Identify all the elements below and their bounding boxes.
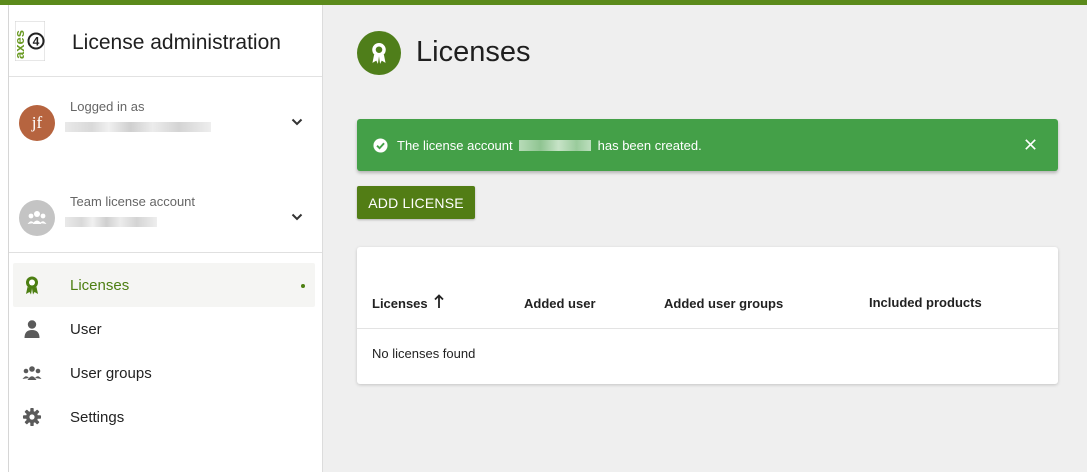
redacted-team-name — [65, 217, 157, 227]
gear-icon — [23, 408, 41, 426]
column-header-added-user-groups[interactable]: Added user groups — [664, 296, 783, 311]
sidebar-item-user-groups[interactable]: User groups — [13, 351, 315, 395]
success-alert: The license account has been created. — [357, 119, 1058, 171]
table-header: Licenses Added user Added user groups In… — [357, 247, 1058, 329]
team-account-switcher[interactable]: Team license account — [9, 180, 322, 270]
alert-message-prefix: The license account — [397, 138, 513, 153]
column-header-added-user[interactable]: Added user — [524, 296, 596, 311]
add-license-button[interactable]: ADD LICENSE — [357, 186, 475, 219]
sidebar-item-label: User — [70, 320, 102, 338]
sort-ascending-icon[interactable] — [433, 294, 445, 309]
app-title: License administration — [72, 31, 281, 54]
team-account-label: Team license account — [70, 194, 196, 209]
team-avatar — [19, 200, 55, 236]
sidebar-item-label: User groups — [70, 364, 152, 382]
active-indicator — [301, 284, 305, 288]
sidebar-item-settings[interactable]: Settings — [13, 395, 315, 439]
user-groups-icon — [27, 211, 47, 224]
user-account-switcher[interactable]: jf Logged in as — [9, 85, 322, 175]
app-frame: axes 4 License administration jf Logged … — [8, 5, 1087, 472]
check-circle-icon — [373, 138, 388, 153]
sidebar-item-label: Settings — [70, 408, 125, 426]
empty-table-message: No licenses found — [372, 346, 476, 361]
column-header-licenses[interactable]: Licenses — [372, 296, 428, 311]
logo-digit: 4 — [33, 35, 40, 49]
logged-in-label: Logged in as — [70, 99, 145, 114]
user-groups-icon — [22, 366, 42, 380]
sidebar: axes 4 License administration jf Logged … — [9, 5, 323, 472]
axes4-logo: axes 4 — [15, 21, 45, 61]
sidebar-item-user[interactable]: User — [13, 307, 315, 351]
user-avatar: jf — [19, 105, 55, 141]
licenses-table: Licenses Added user Added user groups In… — [357, 247, 1058, 384]
page-title: Licenses — [416, 36, 531, 68]
page-icon — [357, 31, 401, 75]
sidebar-item-licenses[interactable]: Licenses — [13, 263, 315, 307]
alert-message: The license account has been created. — [397, 138, 702, 153]
column-header-included-products[interactable]: Included products — [869, 295, 982, 310]
award-icon — [26, 276, 38, 295]
logo-text: axes — [15, 30, 27, 59]
alert-message-suffix: has been created. — [597, 138, 702, 153]
award-icon — [372, 42, 386, 64]
chevron-down-icon[interactable] — [290, 210, 304, 224]
sidebar-nav: Licenses User User groups Settings — [9, 263, 322, 439]
close-icon[interactable] — [1023, 137, 1038, 152]
sidebar-header: axes 4 License administration — [9, 5, 322, 77]
sidebar-item-label: Licenses — [70, 276, 130, 294]
main-content: Licenses The license account has been cre… — [323, 5, 1087, 472]
redacted-username — [65, 122, 211, 132]
chevron-down-icon[interactable] — [290, 115, 304, 129]
redacted-account-name — [518, 140, 591, 151]
user-icon — [24, 320, 40, 338]
divider — [9, 252, 322, 253]
